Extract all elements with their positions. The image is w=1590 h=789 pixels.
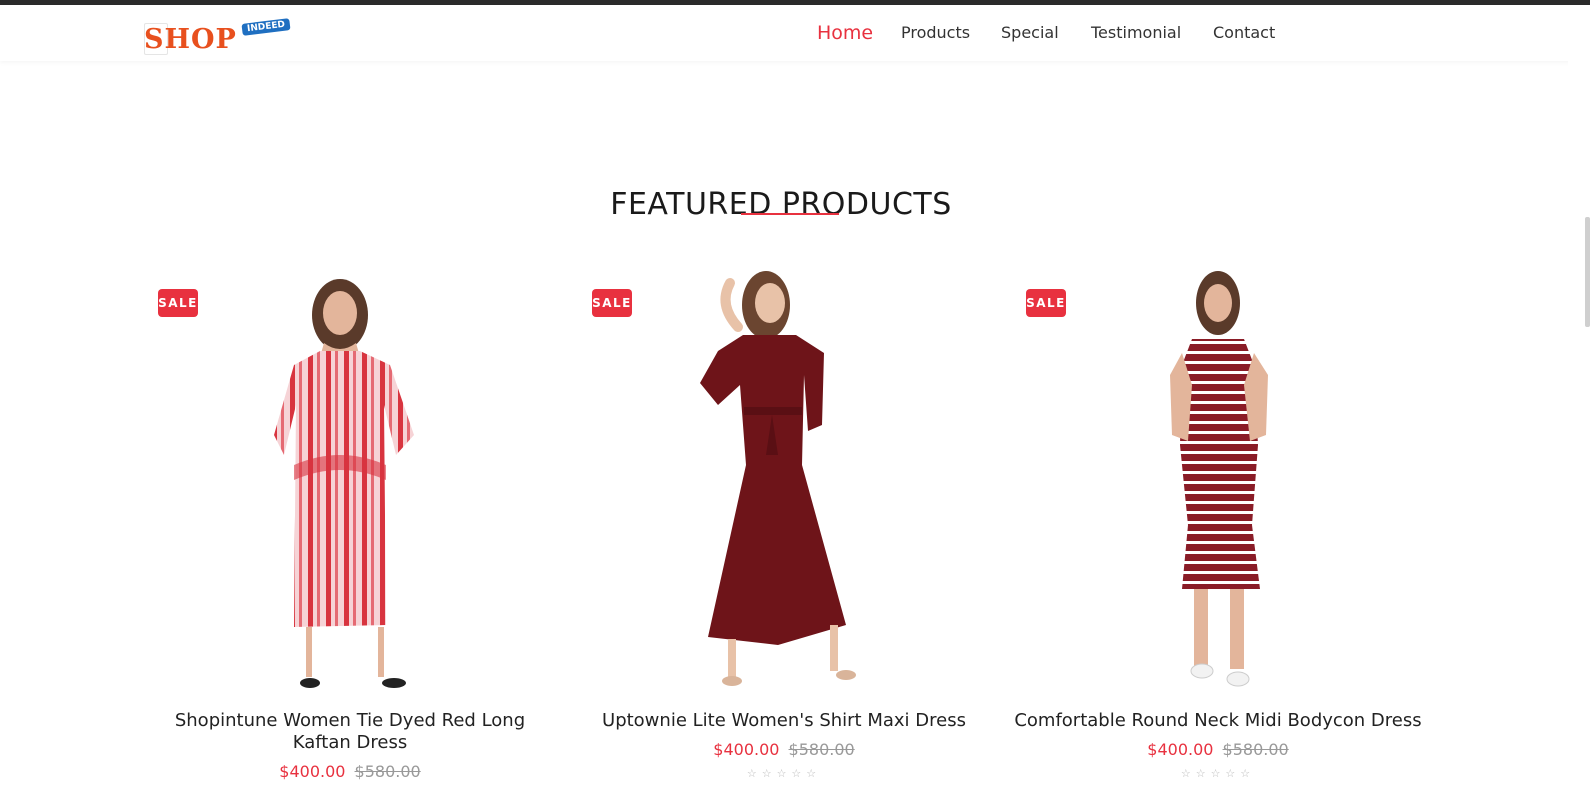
- rating-stars: ☆☆☆☆☆: [746, 767, 822, 780]
- product-name[interactable]: Shopintune Women Tie Dyed Red Long Kafta…: [144, 710, 556, 754]
- sale-price: $400.00: [279, 762, 346, 781]
- sale-price: $400.00: [713, 740, 780, 759]
- main-nav: Home Products Special Testimonial Contac…: [0, 5, 1590, 61]
- featured-products-title: FEATURED PRODUCTS: [610, 186, 952, 222]
- product-price: $400.00 $580.00: [1012, 740, 1424, 759]
- original-price: $580.00: [1222, 740, 1289, 759]
- product-image-kaftan[interactable]: SALE: [144, 265, 556, 705]
- nav-special[interactable]: Special: [1001, 5, 1059, 61]
- title-underline: [741, 213, 839, 215]
- product-card[interactable]: SALE Uptownie Lite Women's Shirt Maxi Dr…: [578, 265, 990, 789]
- nav-testimonial[interactable]: Testimonial: [1091, 5, 1181, 61]
- product-name[interactable]: Comfortable Round Neck Midi Bodycon Dres…: [1012, 710, 1424, 732]
- scrollbar-thumb[interactable]: [1585, 217, 1590, 327]
- product-name[interactable]: Uptownie Lite Women's Shirt Maxi Dress: [578, 710, 990, 732]
- original-price: $580.00: [788, 740, 855, 759]
- product-card[interactable]: SALE Shopintune Women Tie Dyed Red Long …: [144, 265, 556, 789]
- scrollbar[interactable]: [1568, 5, 1590, 789]
- nav-contact[interactable]: Contact: [1213, 5, 1275, 61]
- sale-badge: SALE: [158, 289, 198, 317]
- product-price: $400.00 $580.00: [144, 762, 556, 781]
- nav-products[interactable]: Products: [901, 5, 970, 61]
- sale-badge: SALE: [1026, 289, 1066, 317]
- product-card[interactable]: SALE Comfortable Round Neck Midi Bodycon…: [1012, 265, 1424, 789]
- nav-home[interactable]: Home: [817, 5, 873, 61]
- product-image-bodycon-dress[interactable]: SALE: [1012, 265, 1424, 705]
- sale-price: $400.00: [1147, 740, 1214, 759]
- sale-badge: SALE: [592, 289, 632, 317]
- product-image-maxi-dress[interactable]: SALE: [578, 265, 990, 705]
- product-price: $400.00 $580.00: [578, 740, 990, 759]
- rating-stars: ☆☆☆☆☆: [1180, 767, 1256, 780]
- original-price: $580.00: [354, 762, 421, 781]
